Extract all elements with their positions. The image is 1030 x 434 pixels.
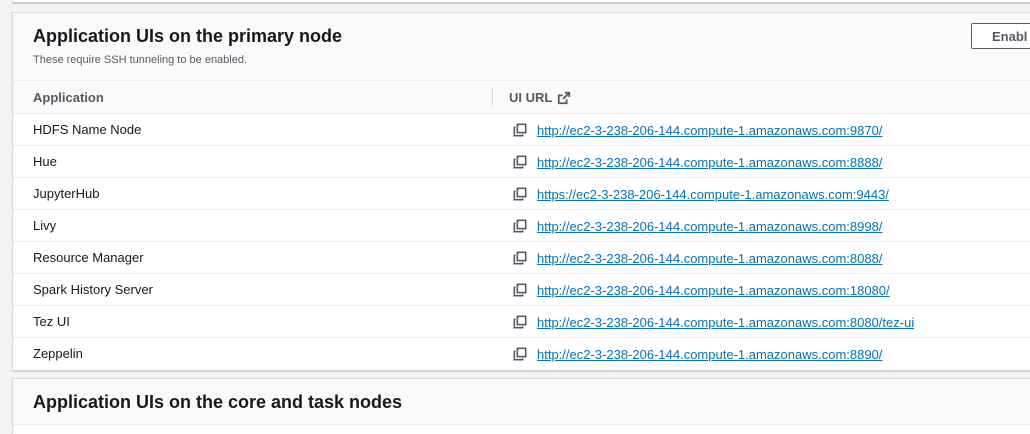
copy-icon[interactable] bbox=[513, 187, 527, 201]
enable-ssh-button[interactable]: Enabl bbox=[971, 23, 1030, 49]
ui-url-cell: https://ec2-3-238-206-144.compute-1.amaz… bbox=[513, 178, 889, 210]
ui-url-cell: http://ec2-3-238-206-144.compute-1.amazo… bbox=[513, 242, 882, 274]
ui-url-link[interactable]: http://ec2-3-238-206-144.compute-1.amazo… bbox=[537, 251, 882, 266]
primary-node-ui-panel: Application UIs on the primary node Thes… bbox=[12, 12, 1030, 371]
ui-url-link[interactable]: http://ec2-3-238-206-144.compute-1.amazo… bbox=[537, 123, 882, 138]
application-name: Zeppelin bbox=[33, 346, 83, 361]
ui-url-link[interactable]: https://ec2-3-238-206-144.compute-1.amaz… bbox=[537, 187, 889, 202]
application-table: HDFS Name Node http://ec2-3-238-206-144.c… bbox=[13, 114, 1030, 370]
table-row: Livy http://ec2-3-238-206-144.compute-1.a… bbox=[13, 210, 1030, 242]
table-row: Tez UI http://ec2-3-238-206-144.compute-1… bbox=[13, 306, 1030, 338]
ui-url-link[interactable]: http://ec2-3-238-206-144.compute-1.amazo… bbox=[537, 155, 882, 170]
table-row: JupyterHub https://ec2-3-238-206-144.comp… bbox=[13, 178, 1030, 210]
copy-icon[interactable] bbox=[513, 315, 527, 329]
panel-header: Application UIs on the primary node Thes… bbox=[13, 13, 1030, 81]
application-name: Resource Manager bbox=[33, 250, 144, 265]
ui-url-link[interactable]: http://ec2-3-238-206-144.compute-1.amazo… bbox=[537, 315, 914, 330]
table-row: Zeppelin http://ec2-3-238-206-144.compute… bbox=[13, 338, 1030, 370]
ui-url-cell: http://ec2-3-238-206-144.compute-1.amazo… bbox=[513, 274, 890, 306]
column-header-ui-url[interactable]: UI URL bbox=[509, 81, 571, 114]
ui-url-cell: http://ec2-3-238-206-144.compute-1.amazo… bbox=[513, 306, 914, 338]
table-row: Resource Manager http://ec2-3-238-206-144… bbox=[13, 242, 1030, 274]
copy-icon[interactable] bbox=[513, 347, 527, 361]
copy-icon[interactable] bbox=[513, 251, 527, 265]
panel-title: Application UIs on the primary node bbox=[33, 26, 343, 46]
ui-url-cell: http://ec2-3-238-206-144.compute-1.amazo… bbox=[513, 114, 882, 146]
column-header-application[interactable]: Application bbox=[33, 81, 104, 114]
table-row: Spark History Server http://ec2-3-238-206… bbox=[13, 274, 1030, 306]
table-row: HDFS Name Node http://ec2-3-238-206-144.c… bbox=[13, 114, 1030, 146]
copy-icon[interactable] bbox=[513, 155, 527, 169]
external-link-icon bbox=[558, 91, 571, 104]
table-row: Hue http://ec2-3-238-206-144.compute-1.am… bbox=[13, 146, 1030, 178]
ui-url-cell: http://ec2-3-238-206-144.compute-1.amazo… bbox=[513, 210, 882, 242]
application-name: Hue bbox=[33, 154, 57, 169]
panel-header: Application UIs on the core and task nod… bbox=[13, 379, 1030, 425]
column-header-ui-url-label: UI URL bbox=[509, 90, 553, 105]
copy-icon[interactable] bbox=[513, 283, 527, 297]
copy-icon[interactable] bbox=[513, 219, 527, 233]
ui-url-link[interactable]: http://ec2-3-238-206-144.compute-1.amazo… bbox=[537, 283, 890, 298]
copy-icon[interactable] bbox=[513, 123, 527, 137]
previous-panel-edge bbox=[12, 0, 1030, 4]
page: Application UIs on the primary node Thes… bbox=[0, 0, 1030, 434]
table-header: Application UI URL bbox=[13, 81, 1030, 114]
core-task-node-ui-panel: Application UIs on the core and task nod… bbox=[12, 378, 1030, 434]
panel-title: Application UIs on the core and task nod… bbox=[33, 392, 403, 412]
application-name: Spark History Server bbox=[33, 282, 153, 297]
panel-subtitle: These require SSH tunneling to be enable… bbox=[33, 54, 248, 66]
ui-url-cell: http://ec2-3-238-206-144.compute-1.amazo… bbox=[513, 146, 882, 178]
application-name: Tez UI bbox=[33, 314, 70, 329]
application-name: HDFS Name Node bbox=[33, 122, 142, 137]
application-name: Livy bbox=[33, 218, 57, 233]
application-name: JupyterHub bbox=[33, 186, 100, 201]
ui-url-link[interactable]: http://ec2-3-238-206-144.compute-1.amazo… bbox=[537, 219, 882, 234]
column-divider[interactable] bbox=[492, 89, 493, 107]
ui-url-link[interactable]: http://ec2-3-238-206-144.compute-1.amazo… bbox=[537, 347, 882, 362]
ui-url-cell: http://ec2-3-238-206-144.compute-1.amazo… bbox=[513, 338, 882, 370]
